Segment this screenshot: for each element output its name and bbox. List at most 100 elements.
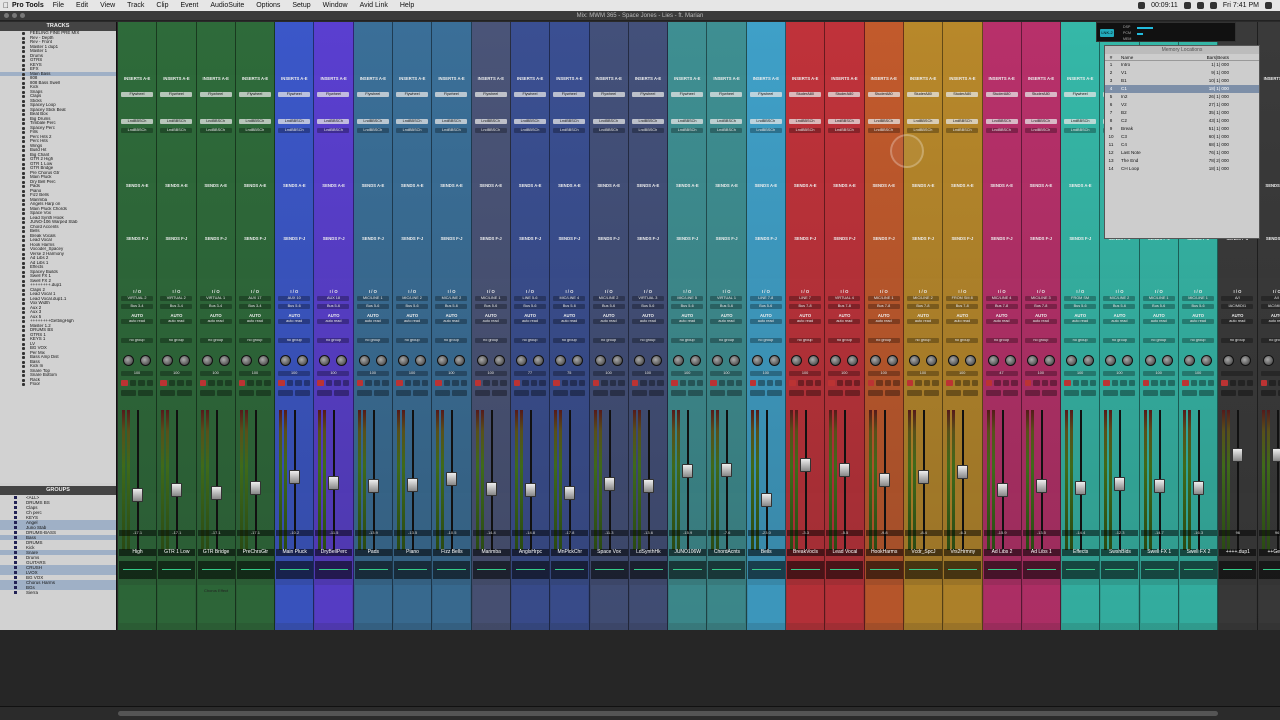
pan-knob[interactable] (987, 355, 999, 366)
insert-slot[interactable]: LndBBSCh (513, 128, 546, 133)
group-selector[interactable]: no group (946, 338, 979, 343)
insert-slot[interactable]: StuderA80 (1024, 92, 1057, 97)
group-selector[interactable]: no group (906, 338, 939, 343)
solo-button[interactable] (396, 390, 412, 396)
volume-fader[interactable] (1271, 447, 1280, 462)
horizontal-scrollbar[interactable] (0, 706, 1280, 720)
group-selector[interactable]: no group (1260, 338, 1280, 343)
input-selector[interactable]: AUX 17 (238, 296, 271, 301)
pan-knob[interactable] (869, 355, 881, 366)
insert-slot[interactable]: LndBBSCh (553, 119, 586, 124)
group-list-item[interactable]: Sierra (0, 590, 116, 595)
solo-button[interactable] (1182, 390, 1198, 396)
comments-field[interactable] (629, 585, 667, 623)
solo-button[interactable] (946, 390, 962, 396)
record-button[interactable] (867, 380, 875, 386)
record-button[interactable] (946, 380, 953, 386)
input-monitor-button[interactable] (1190, 380, 1198, 386)
automation-mode[interactable]: auto read (631, 319, 664, 324)
input-selector[interactable]: MIC/LINE 3 (1024, 296, 1057, 301)
volume-fader[interactable] (171, 483, 183, 498)
output-selector[interactable]: Bus 3-4 (238, 304, 271, 309)
solo-button[interactable] (435, 390, 451, 396)
group-selector[interactable]: no group (199, 338, 232, 343)
track-name[interactable]: DryBellPerc (315, 549, 353, 556)
pan-knob[interactable] (454, 355, 466, 366)
insert-slot[interactable]: LndBBSCh (1064, 119, 1097, 124)
comments-field[interactable] (590, 585, 628, 623)
insert-slot[interactable]: LndBBSCh (317, 128, 350, 133)
solo-button[interactable] (278, 390, 294, 396)
pan-knob[interactable] (1122, 355, 1134, 366)
output-selector[interactable]: Bus 5-6 (356, 304, 389, 309)
insert-slot[interactable]: LndBBSCh (710, 119, 743, 124)
solo-button[interactable] (1103, 390, 1119, 396)
mute-button[interactable] (775, 380, 782, 386)
record-button[interactable] (631, 380, 639, 386)
pan-knob[interactable] (336, 355, 348, 366)
insert-slot[interactable]: LndBBSCh (356, 119, 389, 124)
track-name[interactable]: Space Vox (590, 549, 628, 556)
input-selector[interactable]: MIC/LINE 1 (1142, 296, 1175, 301)
mute-button[interactable] (452, 390, 468, 396)
mute-button[interactable] (657, 380, 664, 386)
input-selector[interactable]: MIC/LINE 1 (356, 296, 389, 301)
insert-slot[interactable]: LndBBSCh (710, 128, 743, 133)
menu-view[interactable]: View (100, 2, 115, 9)
name-column-header[interactable]: Name (1117, 54, 1175, 60)
insert-slot[interactable]: StuderA80 (828, 92, 861, 97)
mute-button[interactable] (421, 380, 429, 386)
input-monitor-button[interactable] (915, 380, 922, 386)
group-selector[interactable]: no group (1142, 338, 1175, 343)
solo-button[interactable] (1238, 380, 1245, 386)
volume-readout[interactable]: -14.7 (1140, 530, 1178, 536)
volume-readout[interactable]: -13.5 (394, 530, 432, 536)
record-button[interactable] (396, 380, 403, 386)
output-selector[interactable]: Bus 5-6 (631, 304, 664, 309)
track-name[interactable]: LdSynthHk (629, 549, 667, 556)
menu-clip[interactable]: Clip (156, 2, 168, 9)
output-selector[interactable]: Bus 7-8 (789, 304, 822, 309)
mute-button[interactable] (696, 380, 704, 386)
comments-field[interactable] (472, 585, 510, 623)
insert-slot[interactable]: LndBBSCh (278, 119, 311, 124)
input-monitor-button[interactable] (640, 380, 647, 386)
input-monitor-button[interactable] (876, 380, 883, 386)
mute-button[interactable] (688, 390, 704, 396)
volume-readout[interactable]: -11.5 (315, 530, 353, 536)
volume-fader[interactable] (917, 470, 929, 485)
track-name[interactable]: Swell FX 1 (1140, 549, 1178, 556)
comments-field[interactable] (1180, 585, 1218, 623)
pan-knob[interactable] (493, 355, 505, 366)
volume-fader[interactable] (289, 470, 301, 485)
automation-mode[interactable]: auto read (396, 319, 429, 324)
solo-button[interactable] (1142, 390, 1158, 396)
record-button[interactable] (1260, 380, 1268, 386)
automation-mode[interactable]: auto read (474, 319, 507, 324)
solo-button[interactable] (121, 390, 136, 396)
insert-slot[interactable]: Flywheel (121, 92, 153, 97)
track-name[interactable]: ++Gettin (1258, 549, 1280, 556)
input-monitor-button[interactable] (797, 380, 805, 386)
input-selector[interactable]: MIC/LINE 2 (435, 296, 468, 301)
groups-header[interactable]: GROUPS (0, 486, 116, 495)
memory-location-row[interactable]: 8 C2 43| 1| 000 (1105, 117, 1259, 125)
record-button[interactable] (356, 380, 364, 386)
mute-button[interactable] (578, 380, 586, 386)
automation-mode[interactable]: auto read (592, 319, 625, 324)
mute-button[interactable] (1168, 380, 1175, 386)
group-selector[interactable]: no group (317, 338, 350, 343)
insert-slot[interactable]: Flywheel (199, 92, 232, 97)
memory-location-row[interactable]: 1 Intro 1| 1| 000 (1105, 61, 1259, 69)
mute-button[interactable] (766, 390, 782, 396)
pan-knob[interactable] (572, 355, 584, 366)
solo-button[interactable] (671, 390, 687, 396)
input-selector[interactable]: MIC/LINE 1 (1182, 296, 1215, 301)
input-selector[interactable]: MIC/LINE 2 (396, 296, 429, 301)
input-selector[interactable]: MIC/LINE 1 (474, 296, 507, 301)
insert-slot[interactable]: Flywheel (435, 92, 468, 97)
output-selector[interactable]: Bus 5-6 (474, 304, 507, 309)
memory-location-row[interactable]: 6 V2 27| 1| 000 (1105, 101, 1259, 109)
volume-icon[interactable] (1138, 2, 1146, 9)
group-selector[interactable]: no group (474, 338, 507, 343)
